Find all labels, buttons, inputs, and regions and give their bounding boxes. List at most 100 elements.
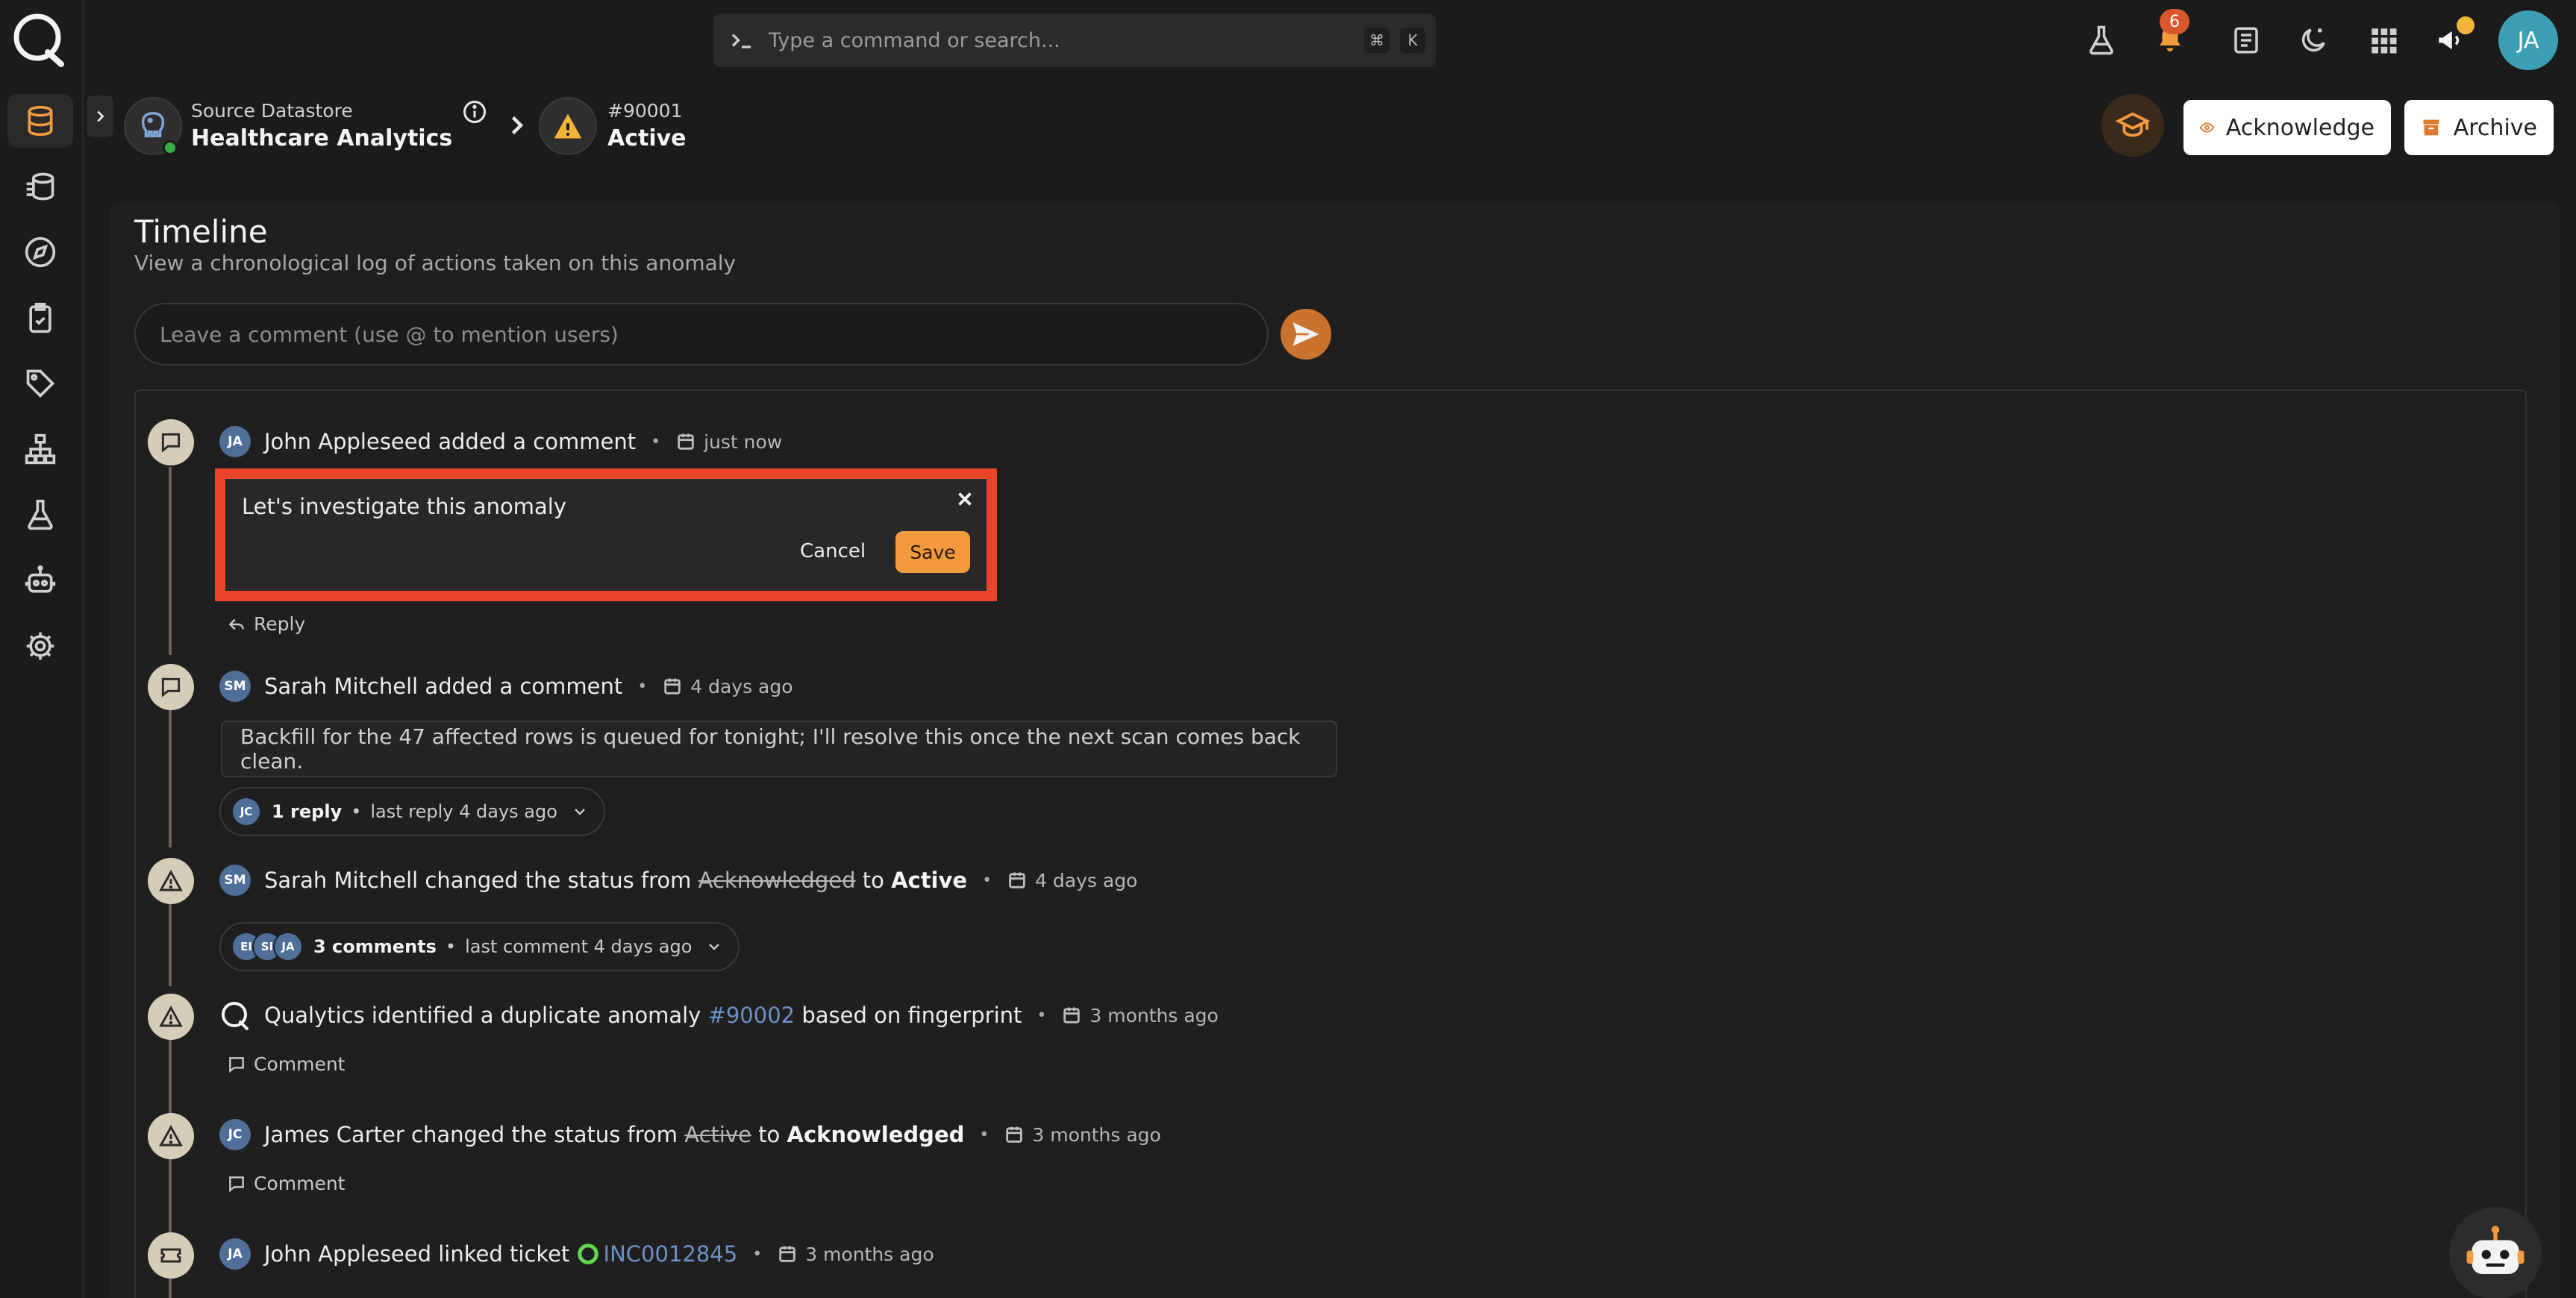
- timeline-marker: [148, 858, 194, 904]
- timeline-marker: [148, 664, 194, 710]
- timeline-event: SM Sarah Mitchell changed the status fro…: [219, 862, 1137, 898]
- ticket-icon: [160, 1248, 181, 1263]
- chevron-right-icon: [97, 110, 104, 122]
- qualytics-logo[interactable]: [10, 10, 67, 67]
- nav-settings[interactable]: [7, 619, 73, 673]
- docs-button[interactable]: [2225, 19, 2267, 61]
- datastore-name[interactable]: Healthcare Analytics: [191, 125, 452, 151]
- learn-button[interactable]: [2101, 94, 2164, 157]
- comment-body: Backfill for the 47 affected rows is que…: [221, 721, 1337, 777]
- thread-toggle[interactable]: EI SI JA 3 comments • last comment 4 day…: [219, 922, 740, 971]
- timeline-rail: [169, 467, 172, 655]
- timeline-event: Qualytics identified a duplicate anomaly…: [219, 997, 1219, 1033]
- robot-icon: [2466, 1226, 2525, 1274]
- thread-count: 1 reply: [272, 801, 343, 822]
- event-action: changed the status from: [411, 1122, 678, 1147]
- event-actor: John Appleseed: [264, 429, 432, 454]
- nav-flows[interactable]: [7, 160, 73, 213]
- labs-button[interactable]: [2081, 19, 2122, 61]
- event-action: linked ticket: [438, 1241, 570, 1267]
- timeline-subtitle: View a chronological log of actions take…: [134, 251, 737, 275]
- send-icon: [1292, 322, 1319, 346]
- nav-datastores[interactable]: [7, 94, 73, 148]
- nav-checks[interactable]: [7, 291, 73, 345]
- nav-agents[interactable]: [7, 554, 73, 607]
- save-button[interactable]: Save: [895, 531, 970, 573]
- timeline-event: SM Sarah Mitchell added a comment • 4 da…: [219, 668, 793, 704]
- reply-button[interactable]: Reply: [227, 613, 305, 635]
- info-icon[interactable]: [461, 98, 488, 125]
- comment-label: Comment: [254, 1053, 346, 1075]
- status-to-word: to: [758, 1122, 781, 1147]
- avatar: JA: [273, 932, 303, 962]
- sidebar-expand-button[interactable]: [87, 95, 113, 137]
- event-action: identified a duplicate anomaly: [371, 1003, 701, 1028]
- close-icon[interactable]: [954, 488, 976, 510]
- duplicate-anomaly-link[interactable]: #90002: [708, 1003, 795, 1028]
- hierarchy-icon: [25, 433, 56, 465]
- shortcut-key-k: K: [1400, 28, 1425, 53]
- comment-icon: [161, 677, 181, 697]
- clipboard-check-icon: [29, 302, 51, 333]
- datastore-status-dot: [163, 140, 178, 155]
- timeline-marker: [148, 1232, 194, 1279]
- flow-icon: [26, 172, 54, 201]
- apps-button[interactable]: [2363, 19, 2404, 61]
- thread-count: 3 comments: [313, 936, 437, 957]
- timeline-event: JA John Appleseed added a comment • just…: [219, 424, 782, 460]
- warning-triangle-icon: [554, 113, 582, 139]
- assistant-bot-button[interactable]: [2449, 1207, 2542, 1298]
- event-actor: Qualytics: [264, 1003, 365, 1028]
- nav-tags[interactable]: [7, 357, 73, 410]
- thread-toggle[interactable]: JC 1 reply • last reply 4 days ago: [219, 787, 605, 836]
- avatar: JA: [219, 426, 251, 457]
- sidebar: [0, 0, 84, 1298]
- document-icon: [2234, 27, 2258, 54]
- nav-explore[interactable]: [7, 225, 73, 279]
- acknowledge-button[interactable]: Acknowledge: [2183, 100, 2391, 155]
- timeline-marker: [148, 1113, 194, 1159]
- calendar-icon: [1006, 1126, 1023, 1143]
- send-comment-button[interactable]: [1281, 309, 1331, 360]
- anomaly-id: #90001: [607, 100, 683, 122]
- timeline-marker: [148, 994, 194, 1040]
- event-time: just now: [704, 430, 783, 453]
- event-action: added a comment: [438, 429, 637, 454]
- user-avatar[interactable]: JA: [2498, 10, 2558, 70]
- edit-comment-box: Cancel Save: [215, 468, 997, 601]
- nav-labs[interactable]: [7, 488, 73, 542]
- status-to-word: to: [862, 868, 884, 893]
- comment-label: Comment: [254, 1173, 346, 1194]
- event-time: 3 months ago: [1032, 1123, 1161, 1146]
- tag-icon: [26, 369, 55, 398]
- timeline-marker: [148, 419, 194, 465]
- anomaly-status: Active: [607, 125, 687, 151]
- notification-count-badge: 6: [2160, 9, 2189, 34]
- acknowledge-label: Acknowledge: [2225, 114, 2375, 141]
- event-actor: James Carter: [264, 1122, 404, 1147]
- robot-icon: [25, 565, 56, 593]
- thread-last: last reply 4 days ago: [370, 801, 557, 822]
- ticket-link[interactable]: INC0012845: [604, 1241, 738, 1267]
- comment-button[interactable]: Comment: [227, 1173, 346, 1194]
- chevron-down-icon: [575, 809, 585, 815]
- theme-toggle-button[interactable]: [2292, 19, 2334, 61]
- command-search[interactable]: Type a command or search... ⌘ K: [713, 13, 1436, 67]
- new-comment-input[interactable]: [134, 303, 1269, 366]
- grid-icon: [2372, 28, 2397, 54]
- nav-lineage[interactable]: [7, 422, 73, 476]
- comment-button[interactable]: Comment: [227, 1053, 346, 1075]
- event-action: changed the status from: [425, 868, 692, 893]
- event-time: 4 days ago: [690, 675, 793, 697]
- calendar-icon: [1063, 1007, 1081, 1023]
- status-to: Active: [891, 868, 968, 893]
- archive-button[interactable]: Archive: [2404, 100, 2554, 155]
- event-actor: Sarah Mitchell: [264, 868, 419, 893]
- comment-icon: [161, 433, 181, 453]
- warning-triangle-icon: [159, 1005, 183, 1027]
- shortcut-key-cmd: ⌘: [1364, 28, 1389, 53]
- edit-comment-input[interactable]: [242, 494, 913, 519]
- event-actor: Sarah Mitchell: [264, 674, 419, 699]
- cancel-button[interactable]: Cancel: [800, 540, 866, 562]
- avatar: SM: [219, 671, 251, 702]
